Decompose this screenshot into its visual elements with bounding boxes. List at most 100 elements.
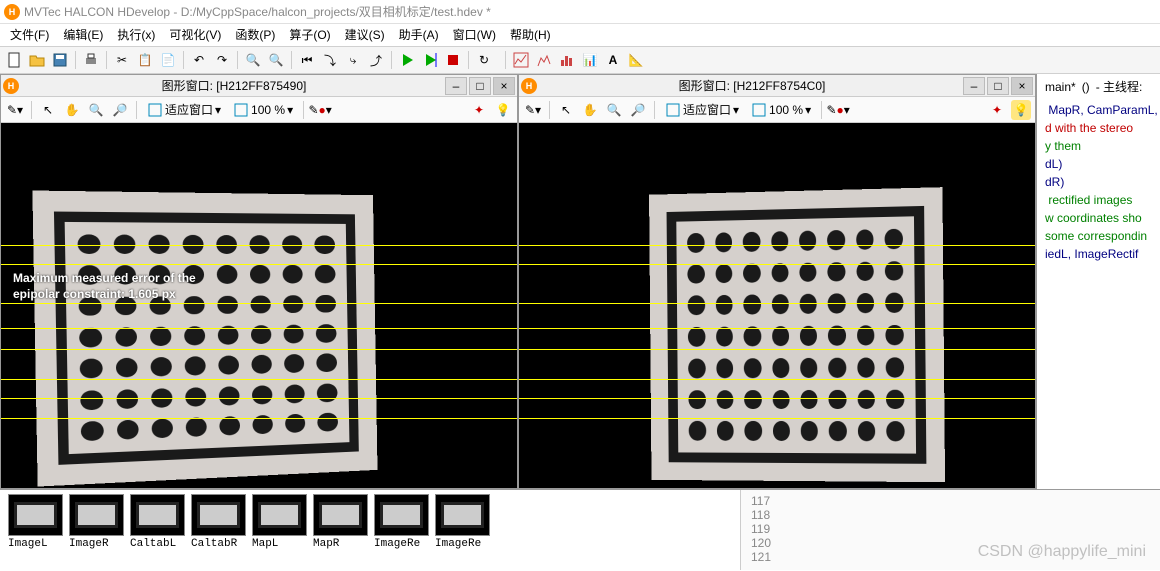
gwin-right-titlebar: H 图形窗口: [H212FF8754C0] – □ ×: [519, 75, 1035, 97]
graph1-icon[interactable]: [511, 50, 531, 70]
thumb-CaltabL[interactable]: CaltabL: [130, 494, 185, 566]
run-icon[interactable]: [397, 50, 417, 70]
step-back-icon[interactable]: ⏮: [297, 50, 317, 70]
run-cursor-icon[interactable]: [420, 50, 440, 70]
fit-window-combo[interactable]: 适应窗口▾: [143, 101, 225, 118]
redo-icon[interactable]: ↷: [212, 50, 232, 70]
stop-icon[interactable]: [443, 50, 463, 70]
zoom-combo[interactable]: 100 %▾: [229, 102, 297, 118]
zoom-out-icon[interactable]: 🔎: [110, 100, 130, 120]
record-icon[interactable]: ✎●▾: [310, 100, 330, 120]
menu-visual[interactable]: 可视化(V): [163, 24, 227, 46]
gwin-icon: H: [3, 78, 19, 94]
minimize-icon[interactable]: –: [445, 77, 467, 95]
proc-args: (): [1082, 80, 1090, 94]
gwin-icon: H: [521, 78, 537, 94]
app-icon: H: [4, 4, 20, 20]
copy-icon[interactable]: 📋: [135, 50, 155, 70]
thumb-MapL[interactable]: MapL: [252, 494, 307, 566]
menu-help[interactable]: 帮助(H): [504, 24, 557, 46]
gwin-right-title: 图形窗口: [H212FF8754C0]: [541, 77, 963, 94]
window-title: MVTec HALCON HDevelop - D:/MyCppSpace/ha…: [24, 3, 491, 20]
menu-file[interactable]: 文件(F): [4, 24, 55, 46]
graphics-window-left: H 图形窗口: [H212FF875490] – □ × ✎▾ ↖ ✋ 🔍 🔎 …: [0, 74, 518, 489]
menu-assist[interactable]: 助手(A): [393, 24, 445, 46]
close-icon[interactable]: ×: [1011, 77, 1033, 95]
bulb-on-icon[interactable]: 💡: [1011, 100, 1031, 120]
thumb-ImageR[interactable]: ImageR: [69, 494, 124, 566]
reset-icon[interactable]: ↻: [474, 50, 494, 70]
maximize-icon[interactable]: □: [469, 77, 491, 95]
fit-label: 适应窗口: [165, 101, 213, 118]
zoom-label: 100 %: [251, 103, 285, 117]
pointer-icon[interactable]: ↖: [38, 100, 58, 120]
code-panel: main* () - 主线程: MapR, CamParamL,d with t…: [1036, 74, 1160, 489]
graph4-icon[interactable]: 📊: [580, 50, 600, 70]
graphics-window-right: H 图形窗口: [H212FF8754C0] – □ × ✎▾ ↖ ✋ 🔍 🔎 …: [518, 74, 1036, 489]
zoom-combo[interactable]: 100 %▾: [747, 102, 815, 118]
bulb-icon[interactable]: 💡: [493, 100, 513, 120]
ocr-icon[interactable]: A: [603, 50, 623, 70]
star-icon[interactable]: ✦: [469, 100, 489, 120]
edit-icon[interactable]: ✎▾: [5, 100, 25, 120]
pointer-icon[interactable]: ↖: [556, 100, 576, 120]
step-over-icon[interactable]: ⤷: [343, 50, 363, 70]
thumb-MapR[interactable]: MapR: [313, 494, 368, 566]
cut-icon[interactable]: ✂: [112, 50, 132, 70]
menu-func[interactable]: 函数(P): [229, 24, 281, 46]
graph2-icon[interactable]: [534, 50, 554, 70]
main-toolbar: ✂ 📋 📄 ↶ ↷ 🔍 🔍 ⏮ ⤵ ⤷ ⤴ ↻ 📊 A 📐: [0, 46, 1160, 74]
menu-run[interactable]: 执行(x): [111, 24, 161, 46]
gview-right[interactable]: [519, 123, 1035, 488]
menu-edit[interactable]: 编辑(E): [57, 24, 109, 46]
zoom-out-icon[interactable]: 🔎: [628, 100, 648, 120]
zoom-in-icon[interactable]: 🔍: [604, 100, 624, 120]
hand-icon[interactable]: ✋: [580, 100, 600, 120]
code-header: main* () - 主线程:: [1039, 76, 1160, 97]
gwin-left-title: 图形窗口: [H212FF875490]: [23, 77, 445, 94]
find-icon[interactable]: 🔍: [243, 50, 263, 70]
thumb-CaltabR[interactable]: CaltabR: [191, 494, 246, 566]
record-icon[interactable]: ✎●▾: [828, 100, 848, 120]
gwin-left-titlebar: H 图形窗口: [H212FF875490] – □ ×: [1, 75, 517, 97]
step-into-icon[interactable]: ⤵: [320, 50, 340, 70]
variable-thumbs: ImageLImageRCaltabLCaltabRMapLMapRImageR…: [0, 490, 740, 570]
star-icon[interactable]: ✦: [987, 100, 1007, 120]
zoom-in-icon[interactable]: 🔍: [86, 100, 106, 120]
close-icon[interactable]: ×: [493, 77, 515, 95]
proc-name: main*: [1045, 80, 1076, 94]
measure-icon[interactable]: 📐: [626, 50, 646, 70]
minimize-icon[interactable]: –: [963, 77, 985, 95]
graph3-icon[interactable]: [557, 50, 577, 70]
menu-suggest[interactable]: 建议(S): [339, 24, 391, 46]
save-icon[interactable]: [50, 50, 70, 70]
thumb-ImageL[interactable]: ImageL: [8, 494, 63, 566]
workspace: H 图形窗口: [H212FF875490] – □ × ✎▾ ↖ ✋ 🔍 🔎 …: [0, 74, 1160, 490]
fit-label: 适应窗口: [683, 101, 731, 118]
hand-icon[interactable]: ✋: [62, 100, 82, 120]
thread-label: - 主线程:: [1096, 78, 1143, 95]
thumb-ImageRe[interactable]: ImageRe: [435, 494, 490, 566]
watermark: CSDN @happylife_mini: [978, 543, 1146, 561]
overlay-line2: epipolar constraint: 1.605 px: [13, 287, 176, 301]
step-out-icon[interactable]: ⤴: [366, 50, 386, 70]
menu-bar: 文件(F) 编辑(E) 执行(x) 可视化(V) 函数(P) 算子(O) 建议(…: [0, 24, 1160, 46]
undo-icon[interactable]: ↶: [189, 50, 209, 70]
gwin-left-toolbar: ✎▾ ↖ ✋ 🔍 🔎 适应窗口▾ 100 %▾ ✎●▾ ✦ 💡: [1, 97, 517, 123]
paste-icon[interactable]: 📄: [158, 50, 178, 70]
menu-window[interactable]: 窗口(W): [447, 24, 502, 46]
edit-icon[interactable]: ✎▾: [523, 100, 543, 120]
menu-operator[interactable]: 算子(O): [283, 24, 336, 46]
find2-icon[interactable]: 🔍: [266, 50, 286, 70]
open-icon[interactable]: [27, 50, 47, 70]
maximize-icon[interactable]: □: [987, 77, 1009, 95]
fit-window-combo[interactable]: 适应窗口▾: [661, 101, 743, 118]
overlay-line1: Maximum measured error of the: [13, 271, 196, 285]
print-icon[interactable]: [81, 50, 101, 70]
new-icon[interactable]: [4, 50, 24, 70]
gview-left[interactable]: Maximum measured error of the epipolar c…: [1, 123, 517, 488]
gwin-right-toolbar: ✎▾ ↖ ✋ 🔍 🔎 适应窗口▾ 100 %▾ ✎●▾ ✦ 💡: [519, 97, 1035, 123]
title-bar: H MVTec HALCON HDevelop - D:/MyCppSpace/…: [0, 0, 1160, 24]
thumb-ImageRe[interactable]: ImageRe: [374, 494, 429, 566]
code-body[interactable]: MapR, CamParamL,d with the stereoy themd…: [1039, 97, 1160, 267]
